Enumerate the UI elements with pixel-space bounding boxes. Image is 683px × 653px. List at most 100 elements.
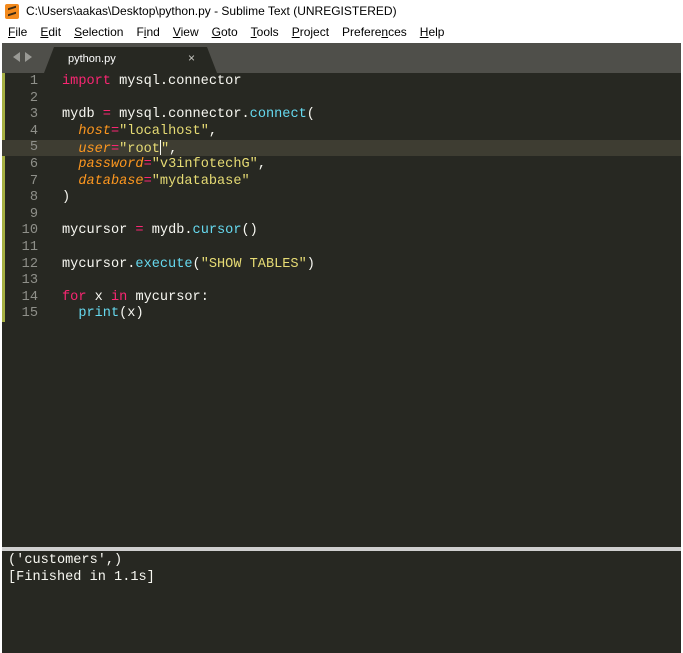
build-output-panel[interactable]: ('customers',) [Finished in 1.1s] <box>2 551 681 653</box>
menu-tools[interactable]: Tools <box>251 25 279 39</box>
tab-scroll-left-icon[interactable] <box>13 52 20 62</box>
line-code: password="v3infotechG", <box>62 157 266 173</box>
code-line[interactable]: 2 <box>2 91 681 107</box>
code-line[interactable]: 15 print(x) <box>2 306 681 322</box>
line-number: 5 <box>29 140 38 156</box>
token-plain: ) <box>62 190 71 206</box>
token-plain: mysql.connector. <box>110 107 250 123</box>
token-param: user <box>78 142 111 158</box>
token-op: = <box>102 107 111 123</box>
code-line[interactable]: 9 <box>2 207 681 223</box>
menu-goto[interactable]: Goto <box>212 25 238 39</box>
line-code: ) <box>62 190 70 206</box>
token-plain: mycursor: <box>127 289 209 305</box>
token-plain: , <box>208 123 218 139</box>
token-plain: (x) <box>119 306 144 322</box>
token-plain: ( <box>192 256 201 272</box>
token-str: "root <box>119 142 160 158</box>
token-plain: x <box>86 289 111 305</box>
line-number: 11 <box>21 240 38 255</box>
line-code: mycursor.execute("SHOW TABLES") <box>62 257 315 273</box>
line-code: print(x) <box>62 306 144 322</box>
line-code: for x in mycursor: <box>62 290 209 306</box>
token-plain: () <box>241 223 258 239</box>
menu-edit[interactable]: Edit <box>40 25 61 39</box>
token-str: "v3infotechG" <box>151 157 258 172</box>
line-number: 2 <box>29 90 38 106</box>
token-fn: connect <box>249 107 307 123</box>
token-param: password <box>78 157 144 172</box>
line-number: 1 <box>29 74 38 89</box>
sublime-window: C:\Users\aakas\Desktop\python.py - Subli… <box>0 0 683 653</box>
token-kw: for <box>62 289 87 305</box>
token-kw: in <box>110 289 128 305</box>
output-line: [Finished in 1.1s] <box>8 570 155 585</box>
line-code: mydb = mysql.connector.connect( <box>62 107 315 123</box>
code-line[interactable]: 4 host="localhost", <box>2 124 681 140</box>
code-line[interactable]: 13 <box>2 273 681 289</box>
token-op: = <box>110 142 120 158</box>
title-bar[interactable]: C:\Users\aakas\Desktop\python.py - Subli… <box>0 0 683 22</box>
token-str: "localhost" <box>119 123 209 139</box>
token-str: "SHOW TABLES" <box>200 256 307 272</box>
menu-help[interactable]: Help <box>420 25 445 39</box>
close-icon[interactable]: × <box>188 51 195 65</box>
code-line[interactable]: 14 for x in mycursor: <box>2 290 681 306</box>
line-number: 10 <box>21 223 38 239</box>
token-fn: cursor <box>192 223 242 239</box>
menu-project[interactable]: Project <box>292 25 329 39</box>
code-line[interactable]: 12 mycursor.execute("SHOW TABLES") <box>2 257 681 273</box>
line-number: 13 <box>21 273 38 289</box>
token-plain: mycursor. <box>62 256 136 272</box>
token-param: host <box>78 123 111 139</box>
line-number: 8 <box>29 190 38 206</box>
tab-scroll-right-icon[interactable] <box>25 52 32 62</box>
menu-view[interactable]: View <box>173 25 199 39</box>
output-line: ('customers',) <box>8 553 123 568</box>
line-number: 14 <box>21 289 38 305</box>
token-kw: import <box>62 74 111 89</box>
line-number: 6 <box>29 157 38 172</box>
window-title: C:\Users\aakas\Desktop\python.py - Subli… <box>26 4 397 18</box>
line-number: 3 <box>29 107 38 123</box>
token-plain: mydb <box>62 107 103 123</box>
code-line[interactable]: 8) <box>2 190 681 206</box>
menu-bar: File Edit Selection Find View Goto Tools Projec… <box>0 22 683 42</box>
token-fn: execute <box>135 256 193 272</box>
code-line[interactable]: 10 mycursor = mydb.cursor() <box>2 223 681 239</box>
token-plain: ) <box>306 256 315 272</box>
token-str: " <box>160 142 170 158</box>
tab-label: python.py <box>68 53 116 65</box>
token-fn: print <box>78 306 120 322</box>
code-editor[interactable]: 1 import mysql.connector 2 3 mydb = mysql.co… <box>2 73 681 547</box>
code-line[interactable]: 5 user="root", <box>2 140 681 158</box>
code-line[interactable]: 6 password="v3infotechG", <box>2 157 681 173</box>
line-number: 15 <box>21 306 38 322</box>
line-code: user="root", <box>62 140 177 158</box>
code-line[interactable]: 3 mydb = mysql.connector.connect( <box>2 107 681 123</box>
menu-selection[interactable]: Selection <box>74 25 123 39</box>
token-op: = <box>143 173 152 189</box>
token-plain: mycursor <box>62 223 136 239</box>
tab-python-py[interactable]: python.py × <box>44 47 217 73</box>
code-line[interactable]: 1 import mysql.connector <box>2 74 681 90</box>
token-op: = <box>143 157 152 172</box>
menu-file[interactable]: File <box>8 25 27 39</box>
token-plain: , <box>169 142 178 158</box>
token-plain: mysql.connector <box>110 74 242 89</box>
token-plain: , <box>257 157 266 172</box>
token-str: "mydatabase" <box>151 173 250 189</box>
token-plain: ( <box>306 107 315 123</box>
token-param: database <box>78 173 144 189</box>
menu-find[interactable]: Find <box>136 25 159 39</box>
tab-scroll-arrows <box>13 52 32 62</box>
code-line[interactable]: 11 <box>2 240 681 256</box>
code-line[interactable]: 7 database="mydatabase" <box>2 174 681 190</box>
menu-preferences[interactable]: Preferences <box>342 25 407 39</box>
token-op: = <box>110 123 120 139</box>
